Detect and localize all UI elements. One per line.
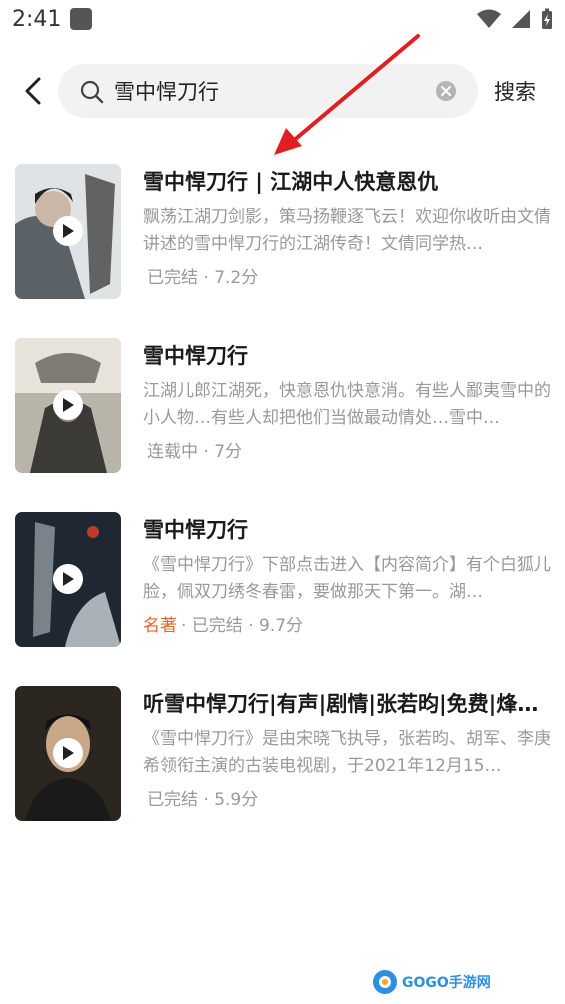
- result-item[interactable]: 雪中悍刀行 《雪中悍刀行》下部点击进入【内容简介】有个白狐儿脸，佩双刀绣冬春雷，…: [0, 508, 565, 682]
- result-title: 雪中悍刀行: [143, 518, 248, 542]
- close-icon: [441, 86, 451, 96]
- album-cover[interactable]: [15, 512, 121, 647]
- result-status: · 已完结 · 9.7分: [181, 616, 304, 636]
- search-button[interactable]: 搜索: [494, 76, 536, 106]
- result-title: 听雪中悍刀行|有声|剧情|张若昀|免费|烽…: [143, 692, 539, 716]
- result-item[interactable]: 雪中悍刀行 | 江湖中人快意恩仇 飘荡江湖刀剑影，策马扬鞭逐飞云！欢迎你收听由文…: [0, 160, 565, 334]
- back-button[interactable]: [18, 74, 48, 108]
- result-meta: 名著 · 已完结 · 9.7分: [143, 614, 303, 638]
- result-title: 雪中悍刀行: [143, 344, 248, 368]
- search-box[interactable]: [58, 64, 478, 118]
- search-bar: 搜索: [0, 60, 565, 122]
- battery-icon: [542, 8, 552, 29]
- cellular-signal-icon: [512, 10, 530, 28]
- result-status: 连载中 · 7分: [147, 442, 243, 462]
- wifi-icon: [477, 9, 501, 28]
- result-status: 已完结 · 5.9分: [147, 790, 259, 810]
- result-description: 飘荡江湖刀剑影，策马扬鞭逐飞云！欢迎你收听由文倩讲述的雪中悍刀行的江湖传奇！文倩…: [143, 207, 551, 254]
- result-meta: 连载中 · 7分: [143, 440, 242, 464]
- result-meta: 已完结 · 7.2分: [143, 266, 258, 290]
- result-description: 江湖儿郎江湖死，快意恩仇快意消。有些人鄙夷雪中的小人物…有些人却把他们当做最动情…: [143, 381, 551, 428]
- result-meta: 已完结 · 5.9分: [143, 788, 258, 812]
- watermark-logo-icon: [373, 970, 397, 994]
- play-icon[interactable]: [53, 216, 83, 246]
- search-input[interactable]: [114, 72, 414, 110]
- result-description: 《雪中悍刀行》是由宋晓飞执导，张若昀、胡军、李庚希领衔主演的古装电视剧，于202…: [143, 729, 551, 776]
- app-notification-icon: [70, 8, 92, 30]
- status-icons: [477, 8, 553, 30]
- album-cover[interactable]: [15, 686, 121, 821]
- result-description: 《雪中悍刀行》下部点击进入【内容简介】有个白狐儿脸，佩双刀绣冬春雷，要做那天下第…: [143, 555, 551, 602]
- album-cover[interactable]: [15, 164, 121, 299]
- status-time: 2:41: [12, 7, 62, 32]
- play-icon[interactable]: [53, 738, 83, 768]
- clear-search-button[interactable]: [436, 81, 456, 101]
- album-cover[interactable]: [15, 338, 121, 473]
- search-icon: [80, 80, 104, 104]
- result-status: 已完结 · 7.2分: [147, 268, 259, 288]
- chevron-left-icon: [25, 77, 41, 105]
- result-tag: 名著: [143, 616, 177, 636]
- result-item[interactable]: 听雪中悍刀行|有声|剧情|张若昀|免费|烽… 《雪中悍刀行》是由宋晓飞执导，张若…: [0, 682, 565, 856]
- play-icon[interactable]: [53, 390, 83, 420]
- results-list: 雪中悍刀行 | 江湖中人快意恩仇 飘荡江湖刀剑影，策马扬鞭逐飞云！欢迎你收听由文…: [0, 160, 565, 856]
- play-icon[interactable]: [53, 564, 83, 594]
- result-title: 雪中悍刀行 | 江湖中人快意恩仇: [143, 170, 439, 194]
- result-item[interactable]: 雪中悍刀行 江湖儿郎江湖死，快意恩仇快意消。有些人鄙夷雪中的小人物…有些人却把他…: [0, 334, 565, 508]
- status-bar: 2:41: [0, 0, 565, 40]
- watermark: GOGO手游网: [372, 966, 491, 998]
- watermark-text: GOGO手游网: [402, 975, 491, 991]
